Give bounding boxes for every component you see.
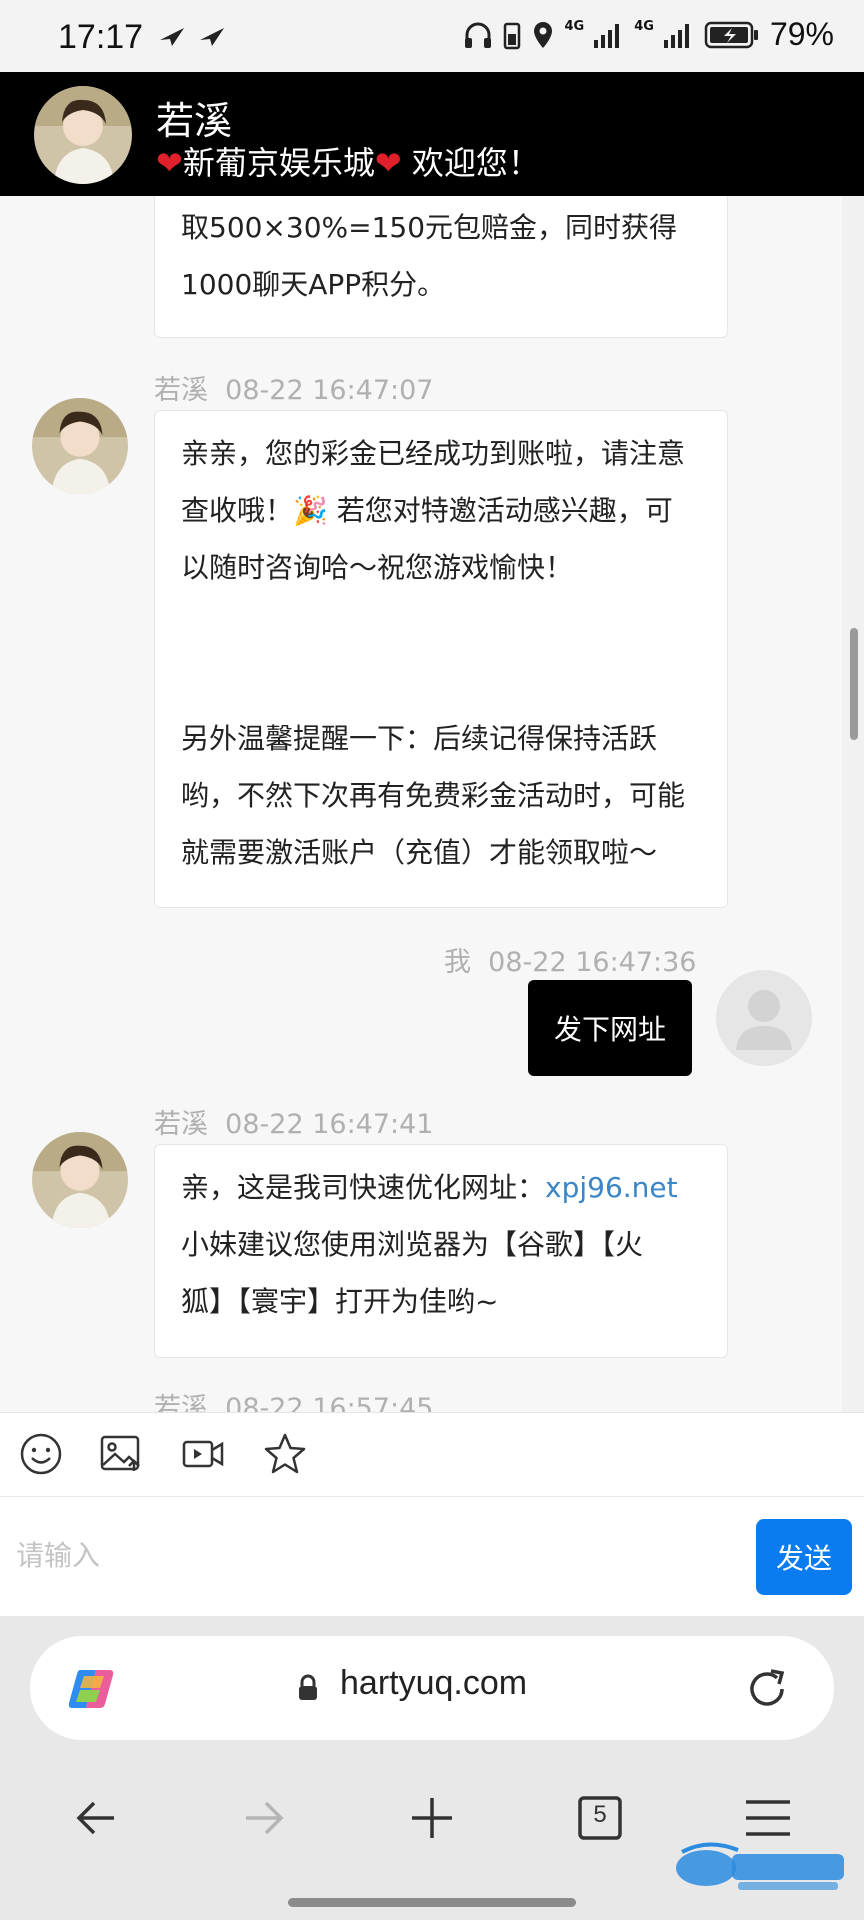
message-line: 亲，这是我司快速优化网址：xpj96.net bbox=[181, 1159, 701, 1216]
subtitle-suffix: 欢迎您！ bbox=[401, 144, 540, 182]
message-line: 另外温馨提醒一下：后续记得保持活跃 bbox=[181, 722, 658, 755]
battery-percent: 79% bbox=[769, 16, 834, 52]
message-line: 哟，不然下次再有免费彩金活动时，可能 bbox=[181, 779, 686, 812]
browser-chrome: hartyuq.com 5 bbox=[0, 1616, 864, 1920]
contact-avatar[interactable] bbox=[32, 398, 128, 494]
copilot-icon[interactable] bbox=[66, 1666, 116, 1712]
message-meta: 若溪 08-22 16:47:07 bbox=[154, 368, 433, 407]
contact-name: 若溪 bbox=[156, 99, 233, 143]
message-time: 08-22 16:47:41 bbox=[225, 1109, 434, 1140]
default-user-icon bbox=[736, 990, 792, 1050]
star-icon[interactable] bbox=[262, 1431, 308, 1477]
image-icon[interactable] bbox=[98, 1431, 144, 1477]
message-line: 1000聊天APP积分。 bbox=[181, 268, 446, 301]
lock-icon bbox=[299, 1674, 317, 1700]
url-text[interactable]: hartyuq.com bbox=[340, 1664, 527, 1703]
watermark-logo bbox=[676, 1842, 844, 1890]
my-message-bubble: 发下网址 bbox=[528, 980, 692, 1076]
send-button[interactable]: 发送 bbox=[756, 1519, 852, 1595]
home-indicator[interactable] bbox=[288, 1898, 576, 1907]
message-line: 就需要激活账户（充值）才能领取啦～ bbox=[181, 836, 658, 869]
url-link[interactable]: xpj96.net bbox=[545, 1171, 678, 1204]
battery-icon bbox=[704, 21, 758, 48]
reload-icon[interactable] bbox=[744, 1666, 790, 1712]
message-bubble: 亲，这是我司快速优化网址：xpj96.net 小妹建议您使用浏览器为【谷歌】【火… bbox=[154, 1144, 728, 1358]
message-time: 08-22 16:47:36 bbox=[488, 947, 697, 978]
heart-icon: ❤ bbox=[374, 144, 402, 182]
sender-name: 我 bbox=[444, 947, 471, 978]
tabs-button[interactable]: 5 bbox=[570, 1788, 630, 1848]
video-icon[interactable] bbox=[180, 1431, 226, 1477]
bird-icon bbox=[200, 28, 224, 46]
message-line: 亲亲，您的彩金已经成功到账啦，请注意 bbox=[181, 437, 686, 470]
composer-toolbar bbox=[0, 1412, 864, 1497]
message-line: 取500×30%=150元包赔金，同时获得 bbox=[181, 211, 678, 244]
phone-battery-icon bbox=[503, 22, 520, 49]
sender-name: 若溪 bbox=[154, 1109, 208, 1140]
location-icon bbox=[533, 21, 552, 48]
headphones-icon bbox=[464, 22, 491, 48]
heart-icon: ❤ bbox=[156, 144, 183, 182]
forward-icon[interactable] bbox=[234, 1788, 294, 1848]
my-avatar[interactable] bbox=[716, 970, 812, 1066]
contact-avatar[interactable] bbox=[32, 1132, 128, 1228]
sender-name: 若溪 bbox=[154, 375, 208, 406]
message-meta: 若溪 08-22 16:57:45 bbox=[154, 1386, 433, 1412]
message-meta: 若溪 08-22 16:47:41 bbox=[154, 1102, 433, 1141]
new-tab-icon[interactable] bbox=[402, 1788, 462, 1848]
network-label: 4G bbox=[634, 19, 654, 34]
subtitle-text: 新葡京娱乐城 bbox=[182, 144, 375, 182]
message-list[interactable]: 取500×30%=150元包赔金，同时获得 1000聊天APP积分。 若溪 08… bbox=[0, 196, 864, 1412]
status-bar: 17:17 4G 4G 79% bbox=[0, 0, 864, 72]
status-indicators: 4G 4G 79% bbox=[463, 16, 834, 53]
message-text: 亲，这是我司快速优化网址： bbox=[181, 1171, 546, 1204]
scrollbar-thumb[interactable] bbox=[850, 628, 858, 740]
contact-avatar[interactable] bbox=[34, 86, 132, 184]
tab-count: 5 bbox=[593, 1801, 607, 1828]
emoji-icon[interactable] bbox=[18, 1431, 64, 1477]
back-icon[interactable] bbox=[66, 1788, 126, 1848]
sender-name: 若溪 bbox=[154, 1393, 208, 1412]
message-line: 狐】【寰宇】打开为佳哟~ bbox=[181, 1285, 499, 1318]
signal-icon bbox=[594, 23, 620, 48]
chat-header: 若溪 ❤新葡京娱乐城❤ 欢迎您！ bbox=[0, 72, 864, 196]
message-time: 08-22 16:57:45 bbox=[225, 1393, 434, 1412]
composer: 发送 bbox=[0, 1496, 864, 1617]
message-input[interactable] bbox=[14, 1523, 738, 1587]
message-meta: 我 08-22 16:47:36 bbox=[444, 940, 696, 979]
message-time: 08-22 16:47:07 bbox=[225, 375, 434, 406]
signal-icon bbox=[663, 23, 689, 48]
status-time: 17:17 bbox=[58, 18, 144, 56]
address-bar[interactable]: hartyuq.com bbox=[30, 1636, 834, 1740]
message-line: 查收哦！🎉 若您对特邀活动感兴趣，可 bbox=[181, 494, 673, 527]
contact-subtitle: ❤新葡京娱乐城❤ 欢迎您！ bbox=[156, 138, 540, 184]
scrollbar[interactable] bbox=[842, 196, 864, 1412]
bird-icon bbox=[160, 28, 184, 46]
message-bubble: 取500×30%=150元包赔金，同时获得 1000聊天APP积分。 bbox=[154, 196, 728, 338]
message-line: 小妹建议您使用浏览器为【谷歌】【火 bbox=[181, 1228, 644, 1261]
message-bubble: 亲亲，您的彩金已经成功到账啦，请注意 查收哦！🎉 若您对特邀活动感兴趣，可 以随… bbox=[154, 410, 728, 908]
message-line: 以随时咨询哈～祝您游戏愉快！ bbox=[181, 551, 574, 584]
network-label: 4G bbox=[564, 19, 585, 34]
